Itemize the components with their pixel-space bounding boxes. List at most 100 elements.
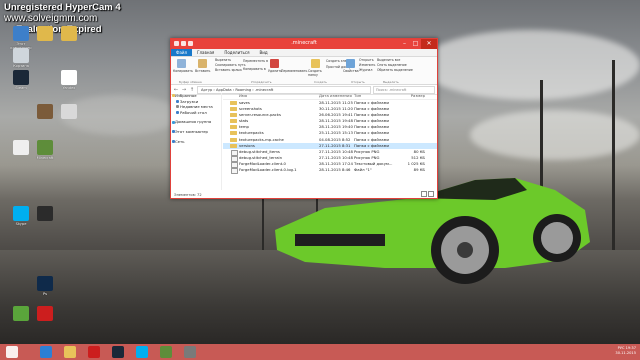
folder-icon (230, 101, 237, 105)
steam-taskbar-icon[interactable] (112, 346, 124, 358)
game-icon[interactable] (30, 206, 60, 222)
ie-icon[interactable] (40, 346, 52, 358)
copy-icon[interactable] (177, 59, 186, 68)
ribbon: Копировать Вставить Вырезать Скопировать… (171, 57, 437, 85)
up-arrow-icon[interactable]: ↑ (189, 87, 195, 93)
maximize-button[interactable]: □ (410, 39, 421, 49)
steam-icon[interactable]: Steam (6, 70, 36, 90)
tab-home[interactable]: Главная (192, 49, 219, 56)
nav-item-icon (171, 130, 175, 134)
back-arrow-icon[interactable]: ← (173, 87, 179, 93)
clock-time: 19:37 (625, 346, 636, 350)
taskbar: РУС 19:37 30.11.2015 (0, 344, 640, 360)
opera-icon-glyph (37, 306, 53, 321)
window-titlebar[interactable]: .minecraft – □ ✕ (171, 39, 437, 49)
properties-button[interactable]: Свойства (343, 69, 359, 74)
forward-arrow-icon[interactable]: → (181, 87, 187, 93)
steam-icon-glyph (13, 70, 29, 85)
column-size[interactable]: Размер (395, 93, 425, 99)
column-name[interactable]: Имя (239, 93, 247, 99)
invert-selection-button[interactable]: Обратить выделение (377, 68, 413, 73)
file-icon (231, 168, 238, 175)
breadcrumb-1[interactable]: AppData (216, 88, 232, 92)
nav-item-icon (171, 94, 175, 98)
explorer-taskbar-icon[interactable] (64, 346, 76, 358)
group-clipboard: Буфер обмена (179, 80, 202, 84)
app-icon-2[interactable] (54, 104, 84, 120)
nav-item-label: Избранное (175, 93, 197, 98)
move-to-button[interactable]: Переместить в (243, 59, 268, 64)
photoshop-icon[interactable]: Ps (30, 276, 60, 296)
system-tray[interactable]: РУС 19:37 30.11.2015 (615, 346, 636, 356)
tab-file[interactable]: Файл (171, 49, 193, 56)
new-folder-button[interactable]: Создать папку (308, 69, 324, 77)
nav-item[interactable]: Домашняя группа (171, 119, 221, 125)
desktop-icon-label: Корзина (13, 64, 29, 68)
status-bar: Элементов: 72 (174, 193, 202, 197)
close-button[interactable]: ✕ (421, 39, 437, 49)
copy-to-button[interactable]: Копировать в (243, 67, 266, 72)
yandex-icon[interactable]: Yandex (54, 70, 84, 90)
file-row[interactable]: ForgeModLoader-client-0.log.1 28.11.2015 … (223, 167, 437, 175)
recycle-bin-icon-glyph (13, 48, 29, 63)
delete-button[interactable]: Удалить (268, 69, 282, 74)
yandex-icon-glyph (61, 70, 77, 85)
minecraft-taskbar-icon[interactable] (160, 346, 172, 358)
paste-icon[interactable] (198, 59, 207, 68)
copy-button[interactable]: Копировать (173, 69, 193, 74)
app-taskbar-icon[interactable] (184, 346, 196, 358)
recycle-bin-icon[interactable]: Корзина (6, 48, 36, 68)
utorrent-icon[interactable] (6, 306, 36, 322)
nav-item-icon (176, 99, 179, 103)
rename-button[interactable]: Переименовать (281, 69, 307, 74)
column-date[interactable]: Дата изменения (319, 93, 352, 99)
nav-item-icon (176, 110, 179, 114)
details-view-icon[interactable] (421, 191, 427, 197)
tab-share[interactable]: Поделиться (219, 49, 254, 56)
skype-icon-glyph (13, 206, 29, 221)
nav-item[interactable]: Сеть (171, 139, 221, 145)
file-name: ForgeModLoader-client-0.log.1 (239, 167, 297, 173)
history-button[interactable]: Журнал (359, 68, 372, 73)
minimize-button[interactable]: – (399, 39, 410, 49)
ribbon-tabs: Файл Главная Поделиться Вид (171, 49, 437, 57)
desktop-icon-label: Steam (15, 86, 27, 90)
file-date: 28.11.2015 8:46 (319, 167, 351, 173)
app-icon-2-glyph (61, 104, 77, 119)
nav-item-label: Домашняя группа (175, 119, 212, 125)
explorer-window[interactable]: .minecraft – □ ✕ Файл Главная Поделиться… (170, 38, 438, 199)
paste-shortcut-button[interactable]: Вставить ярлык (215, 68, 242, 73)
tiles-view-icon[interactable] (428, 191, 434, 197)
doc-icon-glyph (13, 140, 29, 155)
folder-icon-b[interactable] (54, 26, 84, 42)
tab-view[interactable]: Вид (254, 49, 272, 56)
minecraft-icon[interactable]: Minecraft (30, 140, 60, 160)
nav-item[interactable]: Рабочий стол (171, 110, 221, 116)
new-folder-icon[interactable] (311, 59, 320, 68)
window-title: .minecraft (291, 40, 317, 46)
properties-icon[interactable] (346, 59, 355, 68)
file-size: 89 КБ (413, 167, 425, 173)
desktop-icon-label: Skype (15, 222, 27, 226)
game-icon-glyph (37, 206, 53, 221)
breadcrumb-3[interactable]: .minecraft (255, 88, 273, 92)
breadcrumb-0[interactable]: Артур (201, 88, 212, 92)
language-indicator[interactable]: РУС (618, 346, 625, 350)
paste-button[interactable]: Вставить (195, 69, 213, 74)
folder-icon (230, 113, 237, 118)
watermark-line1: Unregistered HyperCam 4 (4, 2, 121, 13)
nav-item-label: Рабочий стол (180, 109, 207, 115)
breadcrumb-2[interactable]: Roaming (235, 88, 251, 92)
delete-icon[interactable] (270, 59, 279, 68)
nav-item[interactable]: Этот компьютер (171, 129, 221, 135)
file-list: Имя Дата изменения Тип Размер saves 28.11… (223, 93, 437, 190)
nav-item-label: Недавние места (180, 104, 213, 110)
folder-icon-b-glyph (61, 26, 77, 41)
column-header: Имя Дата изменения Тип Размер (223, 93, 437, 100)
start-button[interactable] (6, 346, 18, 358)
file-type: Файл "1" (354, 167, 372, 173)
opera-taskbar-icon[interactable] (88, 346, 100, 358)
skype-taskbar-icon[interactable] (136, 346, 148, 358)
watermark-line2: www.solveigmm.com (4, 13, 98, 24)
column-type[interactable]: Тип (354, 93, 361, 99)
